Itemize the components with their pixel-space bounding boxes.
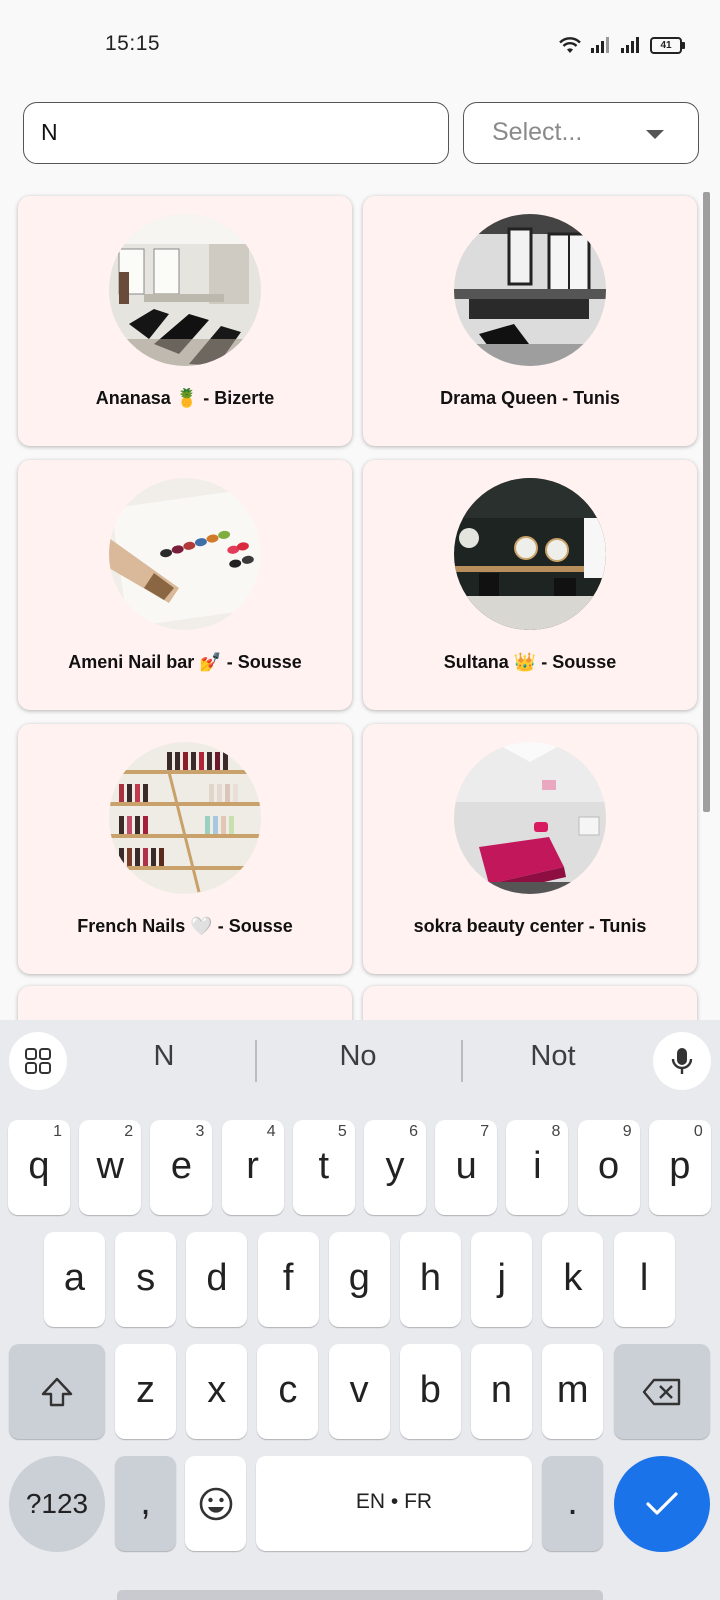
key-y[interactable]: y6 — [364, 1120, 426, 1215]
key-a[interactable]: a — [44, 1232, 105, 1327]
suggestion-1[interactable]: N — [94, 1040, 234, 1073]
salon-card[interactable]: Ananasa 🍍 - Bizerte — [18, 196, 352, 446]
key-label: r — [246, 1145, 259, 1187]
key-label: p — [669, 1145, 691, 1187]
salon-card[interactable]: Ameni Nail bar 💅 - Sousse — [18, 460, 352, 710]
salon-card[interactable]: Sultana 👑 - Sousse — [363, 460, 697, 710]
salon-name: Ananasa 🍍 - Bizerte — [95, 388, 275, 408]
key-v[interactable]: v — [328, 1344, 390, 1439]
key-m[interactable]: m — [542, 1344, 604, 1439]
signal-icon — [620, 36, 642, 54]
salon-name: French Nails 🤍 - Sousse — [77, 916, 293, 936]
microphone-icon[interactable] — [653, 1032, 711, 1090]
key-label: y — [385, 1145, 405, 1187]
key-c[interactable]: c — [257, 1344, 319, 1439]
key-g[interactable]: g — [328, 1232, 390, 1327]
key-u[interactable]: u7 — [435, 1120, 498, 1215]
period-key[interactable]: . — [542, 1456, 603, 1551]
key-hint: 3 — [195, 1123, 205, 1140]
backspace-key[interactable] — [614, 1344, 710, 1439]
key-i[interactable]: i8 — [506, 1120, 569, 1215]
suggestion-3[interactable]: Not — [483, 1040, 623, 1073]
key-l[interactable]: l — [613, 1232, 675, 1327]
scrollbar[interactable] — [703, 192, 710, 812]
salon-image — [109, 742, 261, 894]
status-time: 15:15 — [105, 32, 161, 55]
key-w[interactable]: w2 — [79, 1120, 142, 1215]
signal-icon — [590, 36, 612, 54]
chevron-down-icon — [646, 130, 664, 139]
key-label: w — [96, 1145, 124, 1187]
key-hint: 4 — [266, 1123, 276, 1140]
apps-grid-icon[interactable] — [9, 1032, 67, 1090]
key-hint: 7 — [480, 1123, 490, 1140]
key-z[interactable]: z — [115, 1344, 176, 1439]
city-select[interactable]: Select... — [463, 102, 699, 164]
key-s[interactable]: s — [115, 1232, 177, 1327]
key-x[interactable]: x — [186, 1344, 248, 1439]
key-k[interactable]: k — [542, 1232, 604, 1327]
key-hint: 5 — [337, 1123, 347, 1140]
key-label: q — [28, 1145, 50, 1187]
salon-name: Ameni Nail bar 💅 - Sousse — [68, 652, 302, 672]
salon-card[interactable]: sokra beauty center - Tunis — [363, 724, 697, 974]
key-hint: 2 — [124, 1123, 134, 1140]
key-label: o — [598, 1145, 620, 1187]
key-q[interactable]: q1 — [8, 1120, 70, 1215]
enter-key[interactable] — [614, 1456, 710, 1552]
suggestion-bar: N No Not — [0, 1020, 720, 1100]
key-hint: 8 — [551, 1123, 561, 1140]
suggestion-2[interactable]: No — [288, 1040, 428, 1073]
select-placeholder: Select... — [492, 118, 583, 146]
salon-card[interactable] — [18, 986, 352, 1020]
navigation-handle[interactable] — [117, 1590, 603, 1600]
key-hint: 0 — [693, 1123, 703, 1140]
key-o[interactable]: o9 — [577, 1120, 640, 1215]
key-d[interactable]: d — [186, 1232, 248, 1327]
key-label: i — [533, 1145, 542, 1187]
key-n[interactable]: n — [471, 1344, 532, 1439]
salon-image — [454, 214, 606, 366]
key-f[interactable]: f — [257, 1232, 319, 1327]
wifi-icon — [558, 36, 582, 54]
key-t[interactable]: t5 — [292, 1120, 355, 1215]
symbols-key[interactable]: ?123 — [9, 1456, 105, 1552]
salon-name: Sultana 👑 - Sousse — [443, 652, 617, 672]
key-hint: 6 — [409, 1123, 418, 1140]
salon-card[interactable]: Drama Queen - Tunis — [363, 196, 697, 446]
key-hint: 1 — [53, 1123, 62, 1140]
status-icons: 41 — [558, 34, 685, 56]
salon-image — [109, 214, 261, 366]
search-input[interactable]: N — [23, 102, 449, 164]
key-label: e — [170, 1145, 192, 1187]
suggestion-divider — [461, 1040, 463, 1082]
key-p[interactable]: p0 — [648, 1120, 711, 1215]
shift-key[interactable] — [9, 1344, 105, 1439]
salon-card[interactable]: French Nails 🤍 - Sousse — [18, 724, 352, 974]
status-bar: 15:15 41 — [0, 0, 720, 90]
keyboard: N No Not ?123 , EN • FR . q 1 w 2 e 3 r … — [0, 1020, 720, 1600]
key-e[interactable]: e3 — [150, 1120, 213, 1215]
battery-icon: 41 — [650, 36, 685, 54]
salon-image — [109, 478, 261, 630]
salon-name: sokra beauty center - Tunis — [413, 916, 647, 936]
salon-card[interactable] — [363, 986, 697, 1020]
emoji-key[interactable] — [185, 1456, 246, 1551]
key-j[interactable]: j — [471, 1232, 533, 1327]
suggestion-divider — [255, 1040, 257, 1082]
key-hint: 9 — [622, 1123, 632, 1140]
salon-grid[interactable]: Ananasa 🍍 - Bizerte Drama Queen - Tunis — [0, 190, 720, 1020]
key-r[interactable]: r4 — [221, 1120, 284, 1215]
key-b[interactable]: b — [399, 1344, 461, 1439]
key-h[interactable]: h — [400, 1232, 461, 1327]
key-label: t — [318, 1145, 330, 1187]
space-key[interactable]: EN • FR — [256, 1456, 532, 1551]
key-label: u — [455, 1145, 477, 1187]
salon-image — [454, 478, 606, 630]
salon-name: Drama Queen - Tunis — [440, 388, 620, 408]
comma-key[interactable]: , — [115, 1456, 176, 1551]
salon-image — [454, 742, 606, 894]
